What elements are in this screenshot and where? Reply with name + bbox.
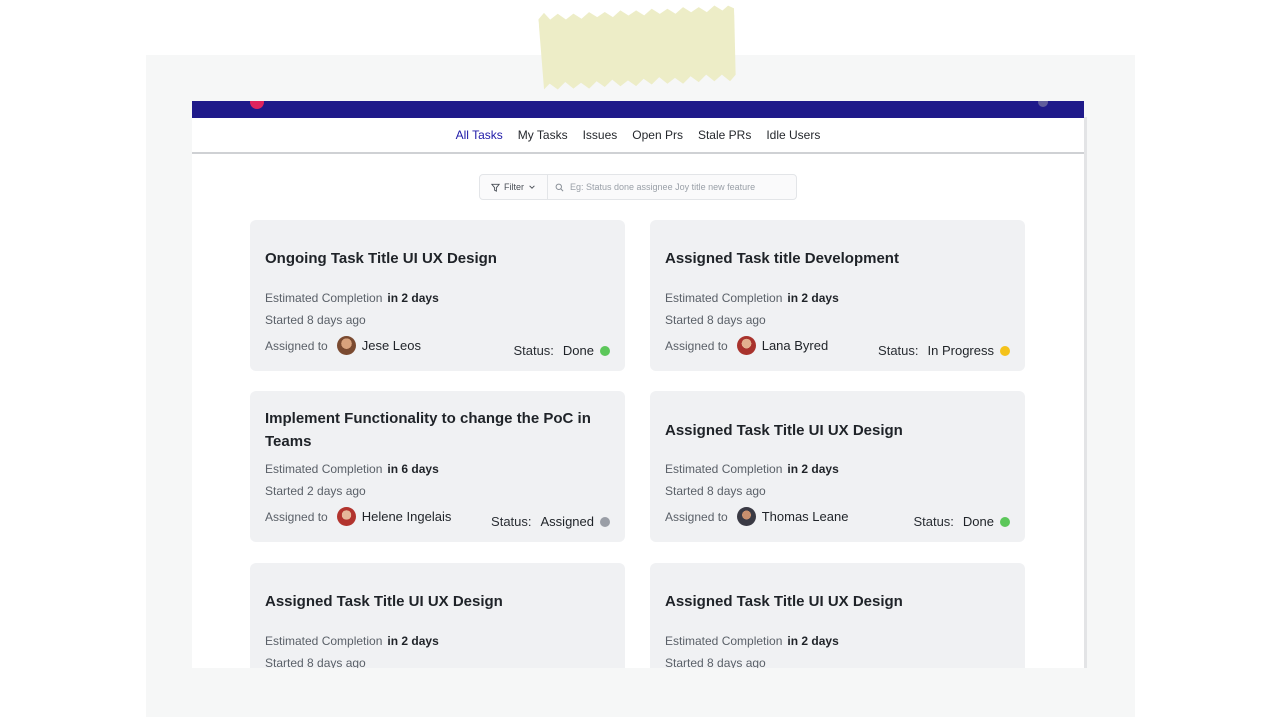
filter-button[interactable]: Filter [480, 175, 548, 199]
started-text: Started 8 days ago [265, 313, 366, 327]
tab-my-tasks[interactable]: My Tasks [518, 128, 568, 142]
estimated-completion: Estimated Completion in 2 days [665, 634, 839, 648]
status-dot-icon [600, 345, 610, 356]
eta-value: in 2 days [387, 291, 439, 305]
estimated-completion: Estimated Completion in 2 days [665, 462, 839, 476]
task-card[interactable]: Assigned Task title Development Estimate… [650, 220, 1025, 371]
task-tabs: All Tasks My Tasks Issues Open Prs Stale… [192, 118, 1084, 154]
started-text: Started 8 days ago [665, 484, 766, 498]
status-dot-icon [1000, 345, 1010, 356]
task-card[interactable]: Assigned Task Title UI UX Design Estimat… [650, 391, 1025, 542]
task-title: Assigned Task title Development [665, 250, 899, 267]
eta-value: in 6 days [387, 462, 439, 476]
avatar[interactable] [336, 336, 356, 355]
status-value: Assigned [540, 514, 594, 529]
filter-bar: Filter [479, 174, 797, 200]
task-title: Implement Functionality to change the Po… [265, 410, 591, 450]
eta-value: in 2 days [787, 462, 839, 476]
task-card[interactable]: Ongoing Task Title UI UX Design Estimate… [250, 220, 625, 371]
started-text: Started 8 days ago [665, 656, 766, 668]
logo-icon[interactable] [250, 101, 264, 109]
tab-all-tasks[interactable]: All Tasks [456, 128, 503, 142]
search-icon [555, 183, 564, 191]
task-card[interactable]: Implement Functionality to change the Po… [250, 391, 625, 542]
assignee-name: Jese Leos [361, 338, 421, 353]
estimated-completion: Estimated Completion in 6 days [265, 462, 439, 476]
eta-value: in 2 days [787, 634, 839, 648]
top-navbar [192, 101, 1084, 118]
filter-button-label: Filter [504, 182, 524, 192]
eta-value: in 2 days [387, 634, 439, 648]
assigned-to-label: Assigned to [265, 509, 328, 524]
estimated-completion: Estimated Completion in 2 days [265, 291, 439, 305]
started-text: Started 8 days ago [665, 313, 766, 327]
filter-icon [491, 183, 500, 192]
started-text: Started 8 days ago [265, 656, 366, 668]
assignee: Assigned to Thomas Leane [665, 507, 848, 526]
search-box [548, 175, 796, 199]
status-value: Done [562, 343, 594, 358]
assignee-name: Lana Byred [761, 338, 829, 353]
status-badge: Status: Done [513, 343, 610, 358]
user-avatar-icon[interactable] [1038, 101, 1048, 107]
task-title: Ongoing Task Title UI UX Design [265, 250, 497, 267]
avatar[interactable] [736, 507, 756, 526]
tab-issues[interactable]: Issues [583, 128, 618, 142]
search-input[interactable] [570, 182, 790, 192]
status-label: Status: [913, 514, 954, 529]
status-badge: Status: In Progress [878, 343, 1010, 358]
status-label: Status: [878, 343, 919, 358]
task-card[interactable]: Assigned Task Title UI UX Design Estimat… [650, 563, 1025, 668]
estimated-completion: Estimated Completion in 2 days [665, 291, 839, 305]
status-label: Status: [513, 343, 554, 358]
status-label: Status: [491, 514, 532, 529]
task-title: Assigned Task Title UI UX Design [665, 593, 903, 610]
assignee: Assigned to Helene Ingelais [265, 507, 451, 526]
app-window: All Tasks My Tasks Issues Open Prs Stale… [192, 101, 1084, 668]
scrollbar-track[interactable] [1084, 117, 1087, 668]
tab-idle-users[interactable]: Idle Users [766, 128, 820, 142]
assigned-to-label: Assigned to [665, 509, 728, 524]
estimated-completion: Estimated Completion in 2 days [265, 634, 439, 648]
tab-open-prs[interactable]: Open Prs [632, 128, 683, 142]
task-card[interactable]: Assigned Task Title UI UX Design Estimat… [250, 563, 625, 668]
assignee: Assigned to Jese Leos [265, 336, 421, 355]
assignee: Assigned to Lana Byred [665, 336, 828, 355]
status-dot-icon [600, 516, 610, 527]
status-badge: Status: Assigned [491, 514, 610, 529]
started-text: Started 2 days ago [265, 484, 366, 498]
status-badge: Status: Done [913, 514, 1010, 529]
status-dot-icon [1000, 516, 1010, 527]
task-title: Assigned Task Title UI UX Design [265, 593, 503, 610]
avatar[interactable] [336, 507, 356, 526]
task-title: Assigned Task Title UI UX Design [665, 422, 903, 439]
status-value: In Progress [927, 343, 994, 358]
assigned-to-label: Assigned to [665, 338, 728, 353]
assignee-name: Helene Ingelais [361, 509, 452, 524]
status-value: Done [962, 514, 994, 529]
eta-value: in 2 days [787, 291, 839, 305]
avatar[interactable] [736, 336, 756, 355]
chevron-down-icon [529, 185, 535, 189]
tab-stale-prs[interactable]: Stale PRs [698, 128, 751, 142]
assignee-name: Thomas Leane [761, 509, 849, 524]
assigned-to-label: Assigned to [265, 338, 328, 353]
